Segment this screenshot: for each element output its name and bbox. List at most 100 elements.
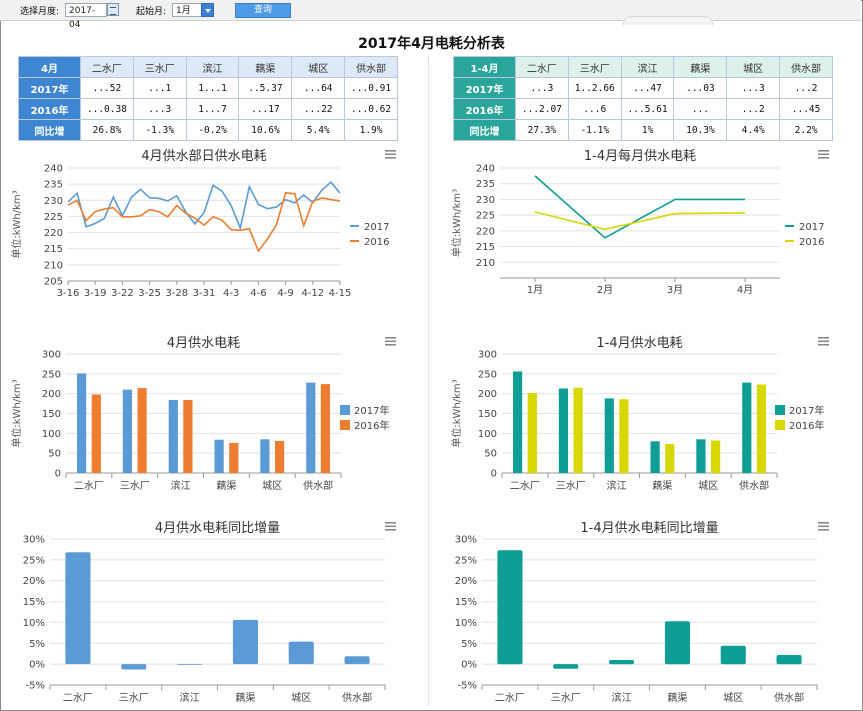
bar xyxy=(260,439,270,473)
y-tick-label: 235 xyxy=(44,180,63,191)
y-tick-label: 10% xyxy=(455,618,477,629)
y-tick-label: 225 xyxy=(44,212,63,223)
y-tick-label: 30% xyxy=(23,535,45,546)
y-tick-label: 250 xyxy=(478,369,497,380)
bar xyxy=(137,388,147,473)
menu-icon xyxy=(818,340,829,343)
bar xyxy=(711,440,721,473)
bar xyxy=(232,619,258,665)
y-tick-label: 100 xyxy=(478,429,497,440)
y-tick-label: 215 xyxy=(476,242,495,253)
bar xyxy=(756,384,766,473)
row-header: 同比增 xyxy=(18,119,81,141)
table-row: 2017年 ...3 1..2.66 ...47 ...03 ...3 ...2 xyxy=(453,77,833,99)
legend-entry: 2016 xyxy=(364,237,389,248)
legend-swatch xyxy=(340,405,350,415)
table-header-row: 4月 二水厂 三水厂 滨江 藕渠 城区 供水部 xyxy=(18,56,398,78)
menu-icon xyxy=(818,525,829,528)
x-tick-label: 城区 xyxy=(698,480,718,492)
table-row: 同比增 27.3% -1.1% 1% 10.3% 4.4% 2.2% xyxy=(453,119,833,141)
query-button[interactable]: 查询 xyxy=(235,3,291,18)
legend-entry: 2016年 xyxy=(789,419,824,432)
x-tick-label: 藕渠 xyxy=(667,692,687,704)
x-tick-label: 3-28 xyxy=(165,288,188,299)
column-header: 滨江 xyxy=(185,56,240,78)
y-axis-label: 单位:kWh/km³ xyxy=(10,190,23,258)
table-corner: 1-4月 xyxy=(453,56,516,78)
bar xyxy=(650,441,660,473)
x-tick-label: 三水厂 xyxy=(119,692,149,704)
x-tick-label: 三水厂 xyxy=(556,480,586,492)
table-row: 2017年 ...52 ...1 1...1 ..5.37 ...64 ...0… xyxy=(18,77,398,99)
bar xyxy=(619,399,629,473)
table-cell: ...0.38 xyxy=(80,98,134,120)
table-row: 2016年 ...0.38 ...3 1...7 ...17 ...22 ...… xyxy=(18,98,398,120)
y-tick-label: 20% xyxy=(23,576,45,587)
row-header: 同比增 xyxy=(453,119,516,141)
table-cell: 1..2.66 xyxy=(567,77,622,99)
menu-icon xyxy=(385,340,396,343)
bar xyxy=(229,442,239,473)
table-cell: ...03 xyxy=(673,77,728,99)
x-tick-label: 二水厂 xyxy=(74,480,104,492)
menu-icon xyxy=(385,337,396,339)
column-header: 藕渠 xyxy=(238,56,293,78)
table-cell: ...52 xyxy=(80,77,134,99)
y-tick-label: -5% xyxy=(26,681,45,692)
bar xyxy=(320,384,330,473)
y-tick-label: 0% xyxy=(461,660,477,671)
start-month-select[interactable]: 1月 xyxy=(172,3,202,17)
bar xyxy=(776,655,802,665)
bar xyxy=(214,439,224,473)
bar xyxy=(604,398,614,473)
y-tick-label: 50 xyxy=(484,449,497,460)
y-tick-label: 150 xyxy=(42,409,61,420)
column-header: 滨江 xyxy=(620,56,675,78)
daily-line-chart: 4月供水部日供水电耗 205 210 215 220 225 230 235 240 单位:kWh… xyxy=(10,149,396,299)
legend-entry: 2017年 xyxy=(354,404,389,417)
monthly-line-chart: 1-4月每月供水电耗 210 215 220 225 230 235 240 单位:kWh/km… xyxy=(450,148,829,296)
x-tick-label: 城区 xyxy=(262,480,282,492)
table-cell: ...5.61 xyxy=(620,98,675,120)
menu-icon xyxy=(818,344,829,346)
legend-entry: 2017 xyxy=(799,222,824,233)
tab-handle[interactable] xyxy=(623,16,713,25)
table-cell: ...1 xyxy=(132,77,187,99)
x-tick-label: 4-9 xyxy=(277,288,293,299)
y-tick-label: 200 xyxy=(42,389,61,400)
table-cell: 10.3% xyxy=(673,119,728,141)
table-cell: ...2 xyxy=(779,77,833,99)
y-tick-label: 15% xyxy=(455,597,477,608)
bar xyxy=(558,388,568,473)
table-header-row: 1-4月 二水厂 三水厂 滨江 藕渠 城区 供水部 xyxy=(453,56,833,78)
y-tick-label: 15% xyxy=(23,597,45,608)
table-cell: ...3 xyxy=(515,77,569,99)
x-tick-label: 二水厂 xyxy=(63,692,93,704)
chart-title: 4月供水电耗 xyxy=(167,336,240,351)
menu-icon xyxy=(385,153,396,156)
column-header: 城区 xyxy=(291,56,346,78)
x-tick-label: 藕渠 xyxy=(235,692,255,704)
y-tick-label: 215 xyxy=(44,244,63,255)
x-tick-label: 二水厂 xyxy=(495,692,525,704)
y-tick-label: 0% xyxy=(29,660,45,671)
x-tick-label: 三水厂 xyxy=(551,692,581,704)
chevron-down-icon[interactable] xyxy=(201,3,214,17)
calendar-icon[interactable] xyxy=(107,3,119,16)
y-tick-label: 240 xyxy=(44,164,63,175)
y-tick-label: 220 xyxy=(476,226,495,237)
y-tick-label: 150 xyxy=(478,409,497,420)
x-tick-label: 3-16 xyxy=(57,288,80,299)
table-cell: ...2.07 xyxy=(515,98,569,120)
month-input[interactable]: 2017-04 xyxy=(65,3,107,30)
menu-icon xyxy=(818,157,829,159)
table-cell: 5.4% xyxy=(291,119,346,141)
menu-icon xyxy=(385,529,396,531)
y-tick-label: 50 xyxy=(48,449,61,460)
x-tick-label: 3-22 xyxy=(111,288,134,299)
y-tick-label: 250 xyxy=(42,369,61,380)
y-tick-label: 220 xyxy=(44,228,63,239)
x-tick-label: 4-6 xyxy=(250,288,266,299)
table-row: 2016年 ...2.07 ...6 ...5.61 ... ...2 ...4… xyxy=(453,98,833,120)
legend-entry: 2017年 xyxy=(789,404,824,417)
